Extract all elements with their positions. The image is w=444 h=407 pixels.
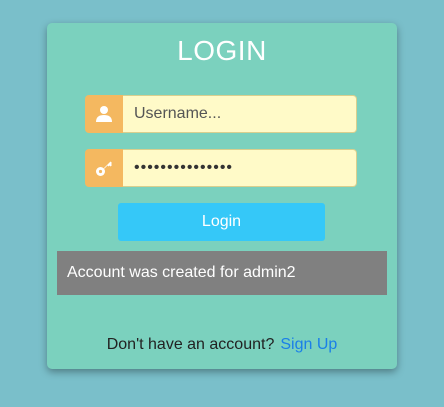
user-icon [85, 95, 123, 133]
signup-prompt: Don't have an account? Sign Up [47, 336, 397, 354]
username-row [85, 95, 357, 133]
signup-prompt-text: Don't have an account? [106, 336, 275, 353]
password-row [85, 149, 357, 187]
login-button[interactable]: Login [118, 203, 325, 241]
password-field[interactable] [123, 149, 357, 187]
key-icon [85, 149, 123, 187]
page-title: LOGIN [177, 35, 267, 66]
signup-link[interactable]: Sign Up [280, 336, 337, 353]
username-field[interactable] [123, 95, 357, 133]
status-message: Account was created for admin2 [57, 251, 387, 295]
login-card: LOGIN Login Account was created for admi… [47, 23, 397, 369]
